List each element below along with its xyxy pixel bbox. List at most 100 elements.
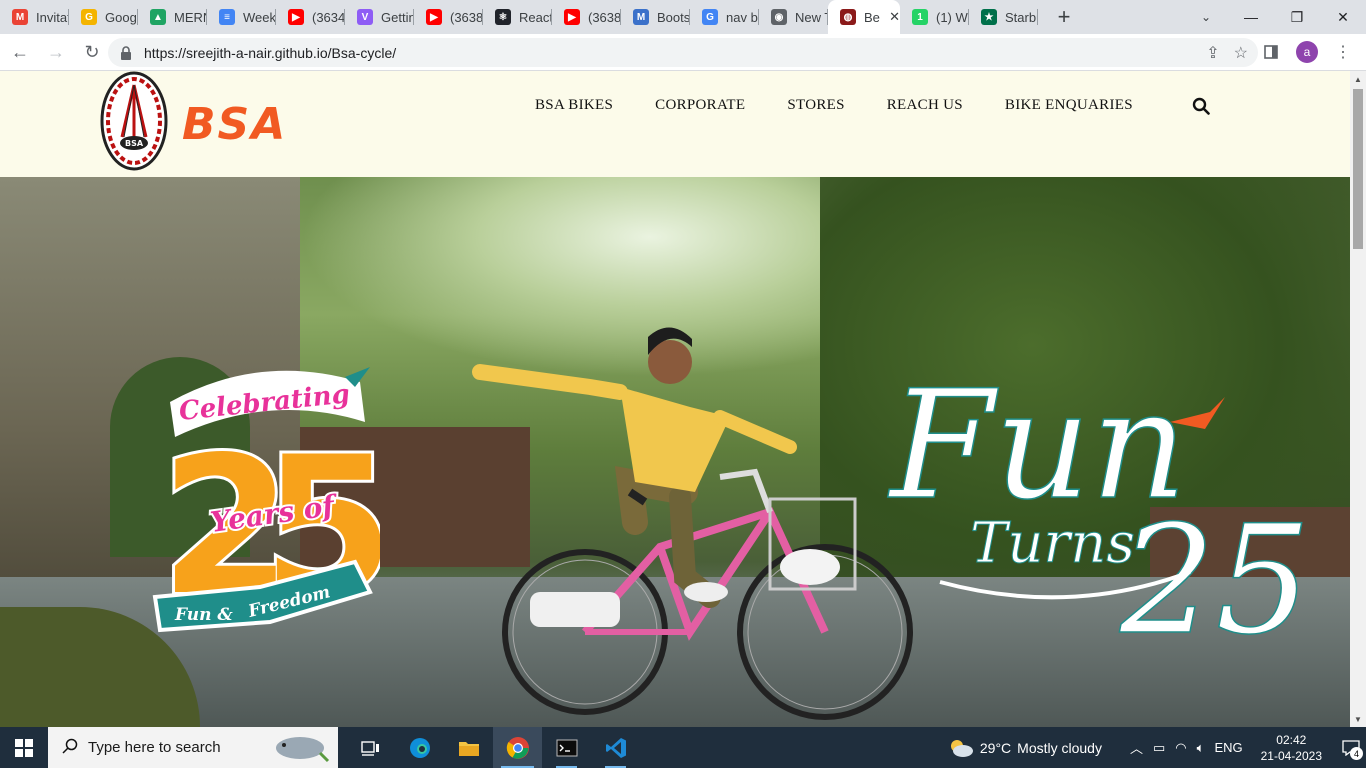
celebrating-25-years-badge: Celebrating 25 Years of Fun & Freedom bbox=[152, 367, 380, 640]
new-tab-button[interactable]: + bbox=[1044, 0, 1084, 34]
clock-time: 02:42 bbox=[1276, 732, 1307, 747]
nav-reach-us[interactable]: REACH US bbox=[887, 97, 963, 114]
browser-toolbar: ← → ↻ https://sreejith-a-nair.github.io/… bbox=[0, 34, 1366, 71]
terminal-icon[interactable] bbox=[542, 727, 591, 768]
browser-tab[interactable]: ▶ (3638) bbox=[414, 0, 483, 34]
browser-tab[interactable]: ★ Starbu bbox=[969, 0, 1038, 34]
nav-corporate[interactable]: CORPORATE bbox=[655, 97, 745, 114]
browser-tab[interactable]: M Boots bbox=[621, 0, 690, 34]
browser-tab[interactable]: 1 (1) Wh bbox=[900, 0, 969, 34]
tab-title: (3634) bbox=[312, 9, 345, 25]
browser-tab[interactable]: G Google bbox=[69, 0, 138, 34]
browser-tab-strip: M Invitati G Google ▲ MERN ≡ Week ▶ (3634) V Gettin… bbox=[0, 0, 1366, 34]
logo-badge-text: BSA bbox=[125, 139, 144, 148]
youtube-icon: ▶ bbox=[426, 9, 442, 25]
taskbar-search-box[interactable]: Type here to search bbox=[48, 727, 338, 768]
search-icon[interactable] bbox=[1192, 97, 1210, 115]
close-window-button[interactable]: ✕ bbox=[1320, 0, 1366, 34]
tab-search-chevron-icon[interactable]: ⌄ bbox=[1186, 0, 1226, 34]
profile-avatar[interactable]: a bbox=[1296, 41, 1318, 63]
task-view-icon[interactable] bbox=[346, 727, 395, 768]
browser-tab[interactable]: ◉ New T bbox=[759, 0, 828, 34]
taskbar-apps bbox=[346, 727, 640, 768]
vscode-icon[interactable] bbox=[591, 727, 640, 768]
language-indicator[interactable]: ENG bbox=[1214, 740, 1242, 755]
forward-button[interactable]: → bbox=[40, 36, 72, 68]
windows-taskbar: Type here to search 29°C Mostly cloudy ︿… bbox=[0, 727, 1366, 768]
browser-tab[interactable]: ◍ Be ✕ bbox=[828, 0, 900, 34]
google-icon: G bbox=[702, 9, 718, 25]
browser-tab[interactable]: V Gettin bbox=[345, 0, 414, 34]
scroll-down-arrow-icon[interactable]: ▼ bbox=[1350, 711, 1366, 727]
url-text[interactable]: https://sreejith-a-nair.github.io/Bsa-cy… bbox=[144, 45, 396, 61]
tab-title: Be bbox=[864, 9, 880, 25]
browser-tab[interactable]: ▶ (3634) bbox=[276, 0, 345, 34]
site-header: BSA BSA BSA BIKES CORPORATE STORES REACH… bbox=[0, 71, 1350, 177]
taskbar-search-placeholder: Type here to search bbox=[88, 739, 221, 756]
restore-button[interactable]: ❐ bbox=[1274, 0, 1320, 34]
edge-browser-icon[interactable] bbox=[395, 727, 444, 768]
react-icon: ⚛ bbox=[495, 9, 511, 25]
nav-bike-enquaries[interactable]: BIKE ENQUARIES bbox=[1005, 97, 1133, 114]
chrome-taskbar-icon[interactable] bbox=[493, 727, 542, 768]
tab-title: Boots bbox=[657, 9, 690, 25]
browser-tab[interactable]: ≡ Week bbox=[207, 0, 276, 34]
tab-title: Invitati bbox=[36, 9, 69, 25]
main-nav: BSA BIKES CORPORATE STORES REACH US BIKE… bbox=[535, 97, 1133, 114]
wifi-icon[interactable]: ◠ bbox=[1175, 740, 1186, 756]
tab-title: nav ba bbox=[726, 9, 759, 25]
badge-fun-and-text: Fun & bbox=[174, 605, 233, 625]
browser-tab[interactable]: ⚛ React bbox=[483, 0, 552, 34]
back-button[interactable]: ← bbox=[4, 36, 36, 68]
youtube-icon: ▶ bbox=[288, 9, 304, 25]
cloudy-weather-icon bbox=[950, 739, 973, 757]
close-tab-icon[interactable]: ✕ bbox=[889, 9, 900, 25]
tab-title: New T bbox=[795, 9, 828, 25]
browser-tab[interactable]: Gnav ba bbox=[690, 0, 759, 34]
google-docs-icon: ≡ bbox=[219, 9, 235, 25]
clock[interactable]: 02:42 21-04-2023 bbox=[1261, 732, 1322, 764]
tray-icons: ︿ ▭ ◠ 🔈︎ ENG bbox=[1130, 738, 1243, 757]
battery-icon[interactable]: ▭ bbox=[1153, 740, 1165, 756]
share-icon[interactable]: ⇪ bbox=[1206, 43, 1219, 63]
hero-banner: Celebrating 25 Years of Fun & Freedom Fu… bbox=[0, 177, 1350, 727]
weather-widget[interactable]: 29°C Mostly cloudy bbox=[948, 738, 1102, 758]
google-classroom-icon: G bbox=[81, 9, 97, 25]
gmail-icon: M bbox=[12, 9, 28, 25]
page-scrollbar[interactable]: ▲ ▼ bbox=[1350, 71, 1366, 727]
bsa-badge-logo[interactable]: BSA bbox=[100, 71, 168, 171]
tab-title: Google bbox=[105, 9, 138, 25]
bsa-favicon-icon: ◍ bbox=[840, 9, 856, 25]
browser-tab[interactable]: ▲ MERN bbox=[138, 0, 207, 34]
nav-stores[interactable]: STORES bbox=[787, 97, 844, 114]
minimize-button[interactable]: — bbox=[1228, 0, 1274, 34]
show-hidden-icons-chevron-icon[interactable]: ︿ bbox=[1130, 738, 1143, 757]
reload-button[interactable]: ↻ bbox=[76, 36, 108, 68]
notification-center-icon[interactable]: 4 bbox=[1336, 727, 1366, 768]
tab-title: Starbu bbox=[1005, 9, 1038, 25]
fun-turns-25-headline: Fun Turns 25 bbox=[886, 358, 1311, 647]
scroll-up-arrow-icon[interactable]: ▲ bbox=[1350, 71, 1366, 87]
file-explorer-icon[interactable] bbox=[444, 727, 493, 768]
browser-tab[interactable]: M Invitati bbox=[0, 0, 69, 34]
mdb-icon: M bbox=[633, 9, 649, 25]
chrome-icon: ◉ bbox=[771, 9, 787, 25]
bsa-wordmark[interactable]: BSA bbox=[182, 99, 287, 150]
search-magnifier-icon bbox=[62, 738, 78, 758]
clock-date: 21-04-2023 bbox=[1260, 748, 1322, 763]
search-highlight-manatee-icon bbox=[276, 737, 330, 763]
notification-count-badge: 4 bbox=[1350, 747, 1363, 760]
address-bar[interactable]: https://sreejith-a-nair.github.io/Bsa-cy… bbox=[108, 38, 1258, 67]
nav-bsa-bikes[interactable]: BSA BIKES bbox=[535, 97, 613, 114]
lock-icon[interactable] bbox=[120, 45, 134, 60]
menu-kebab-icon[interactable]: ⋮ bbox=[1332, 38, 1354, 66]
scrollbar-thumb[interactable] bbox=[1353, 89, 1363, 249]
volume-icon[interactable]: 🔈︎ bbox=[1197, 740, 1205, 756]
browser-tab[interactable]: ▶ (3638) bbox=[552, 0, 621, 34]
side-panel-icon[interactable] bbox=[1260, 38, 1282, 66]
google-drive-icon: ▲ bbox=[150, 9, 166, 25]
youtube-icon: ▶ bbox=[564, 9, 580, 25]
headline-25-text: 25 bbox=[1119, 494, 1311, 647]
windows-start-icon[interactable] bbox=[0, 727, 48, 768]
bookmark-star-icon[interactable]: ☆ bbox=[1234, 43, 1248, 63]
